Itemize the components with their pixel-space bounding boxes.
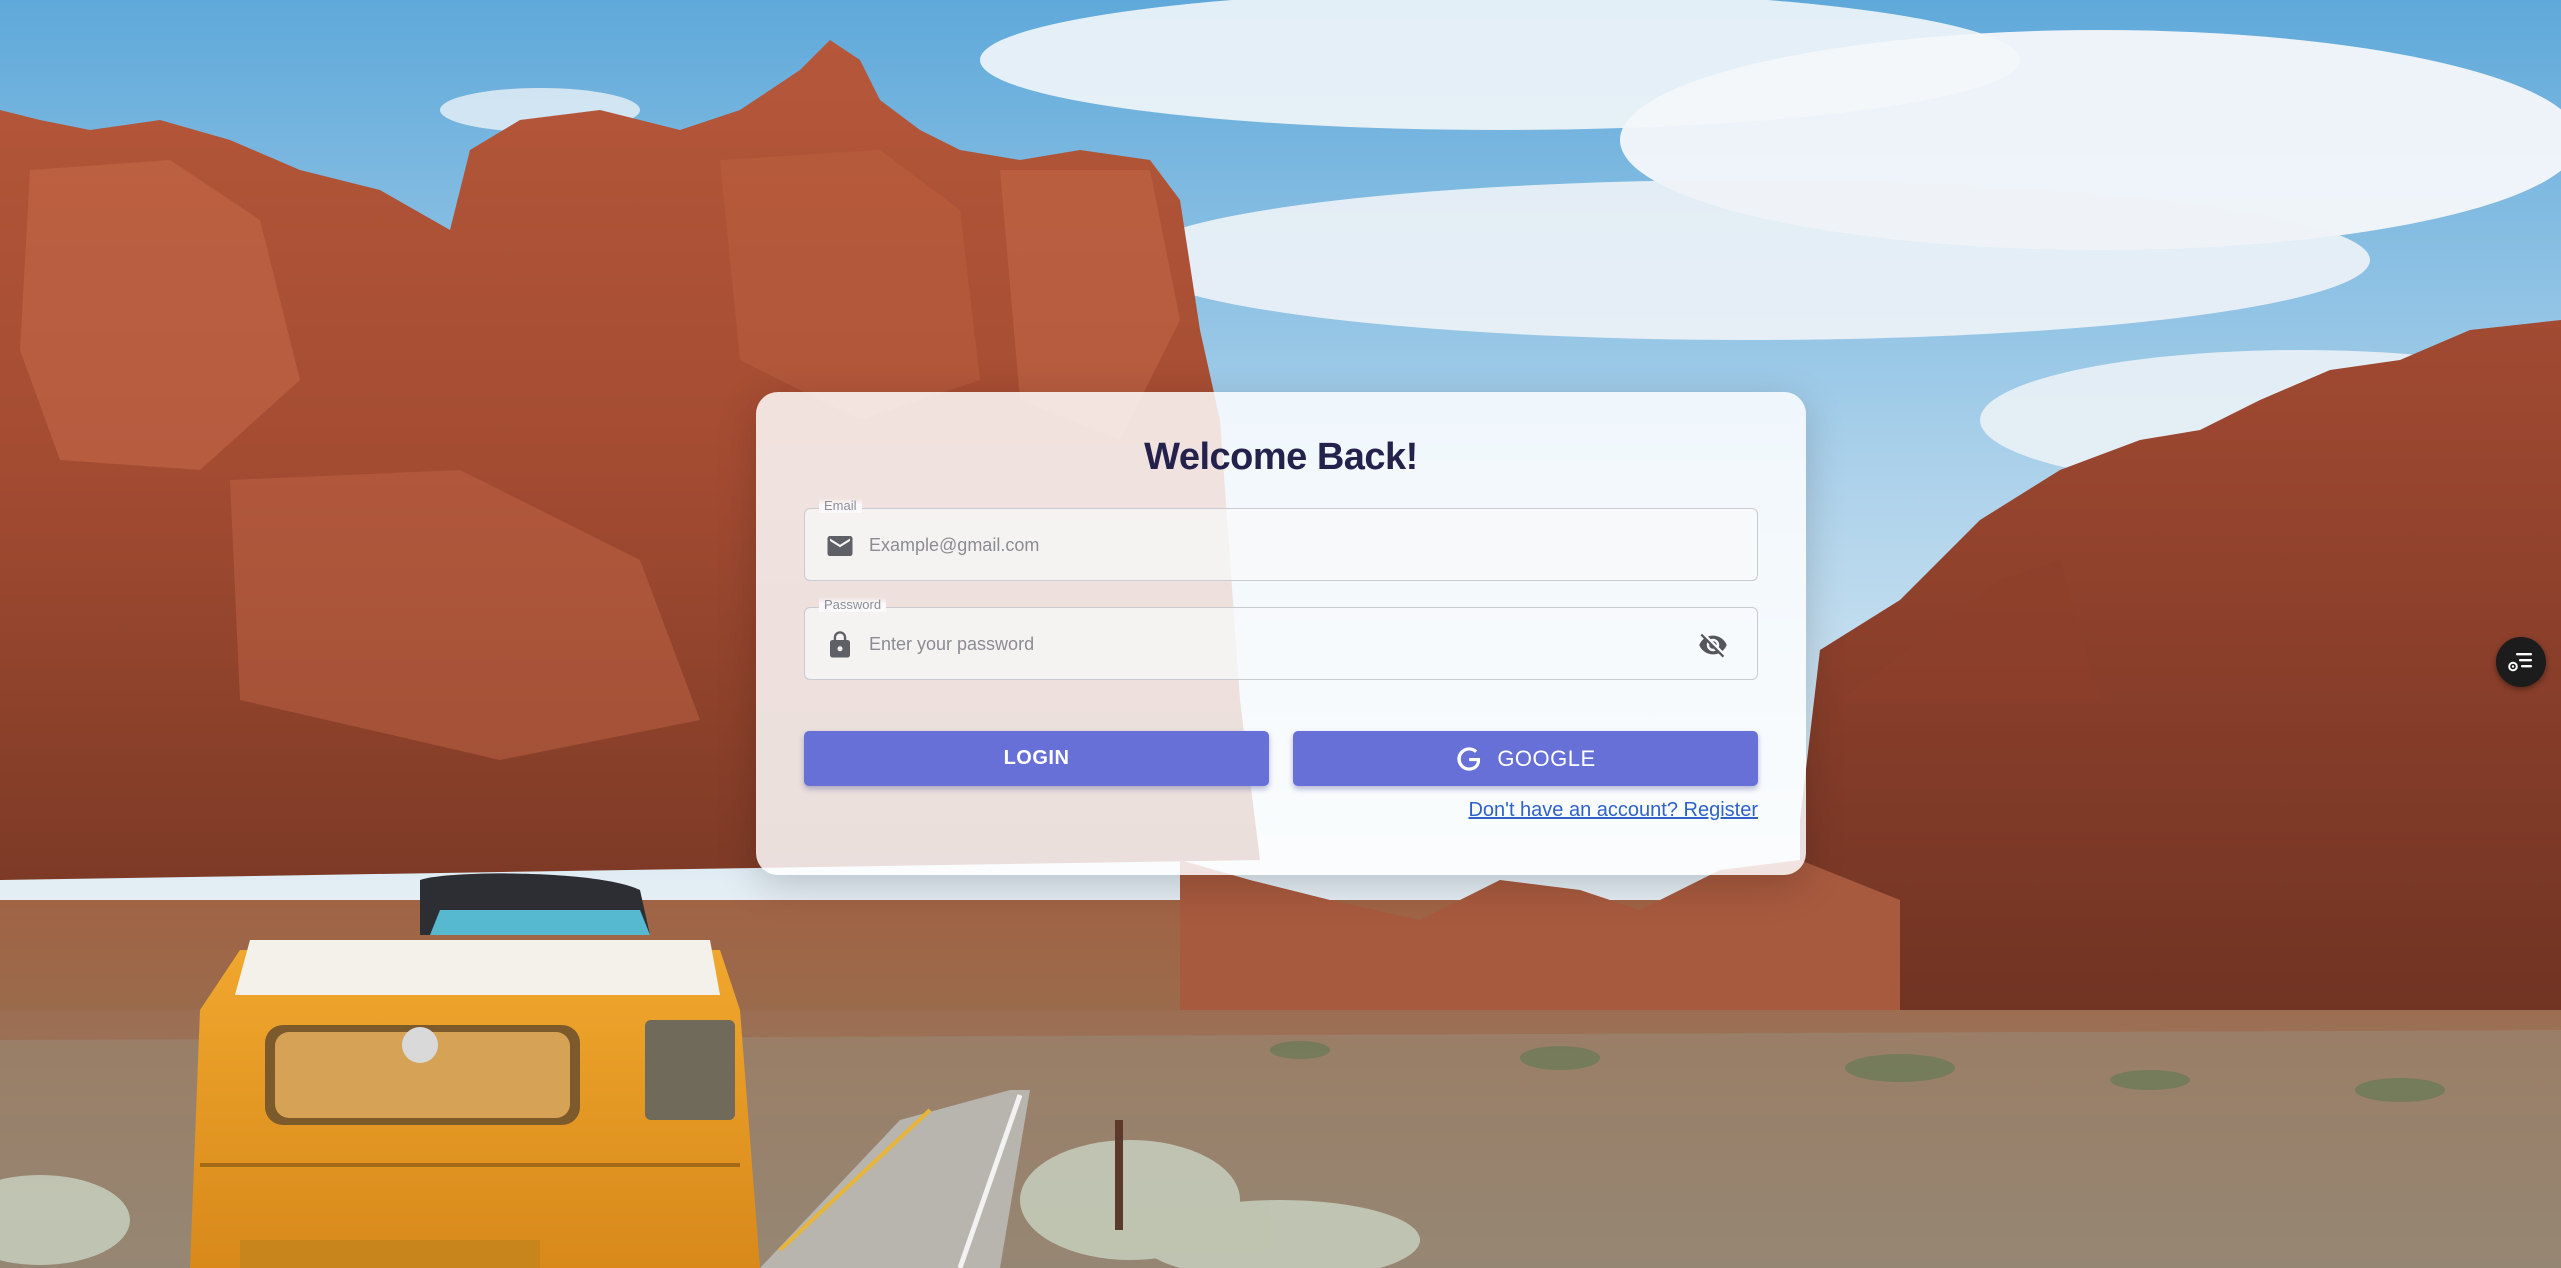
email-field[interactable]: Email (804, 498, 1758, 581)
google-button-label: GOOGLE (1497, 745, 1596, 771)
lock-icon (830, 631, 850, 658)
google-g-icon (1457, 746, 1481, 771)
password-input[interactable] (867, 608, 1691, 680)
email-input[interactable] (867, 509, 1691, 581)
login-button[interactable]: LOGIN (804, 731, 1269, 786)
settings-list-icon (2508, 653, 2532, 672)
register-link[interactable]: Don't have an account? Register (1468, 799, 1758, 822)
van-illustration (190, 873, 760, 1268)
eye-off-icon[interactable] (1697, 630, 1729, 660)
email-label: Email (819, 498, 862, 513)
login-button-label: LOGIN (1003, 747, 1070, 769)
floating-settings-button[interactable] (2496, 637, 2546, 687)
page-title: Welcome Back! (1144, 436, 1418, 478)
login-card: Welcome Back! Email Password LOGIN GOOGL… (756, 392, 1806, 875)
mail-icon (827, 536, 853, 556)
google-login-button[interactable]: GOOGLE (1293, 731, 1758, 786)
password-field[interactable]: Password (804, 597, 1758, 680)
